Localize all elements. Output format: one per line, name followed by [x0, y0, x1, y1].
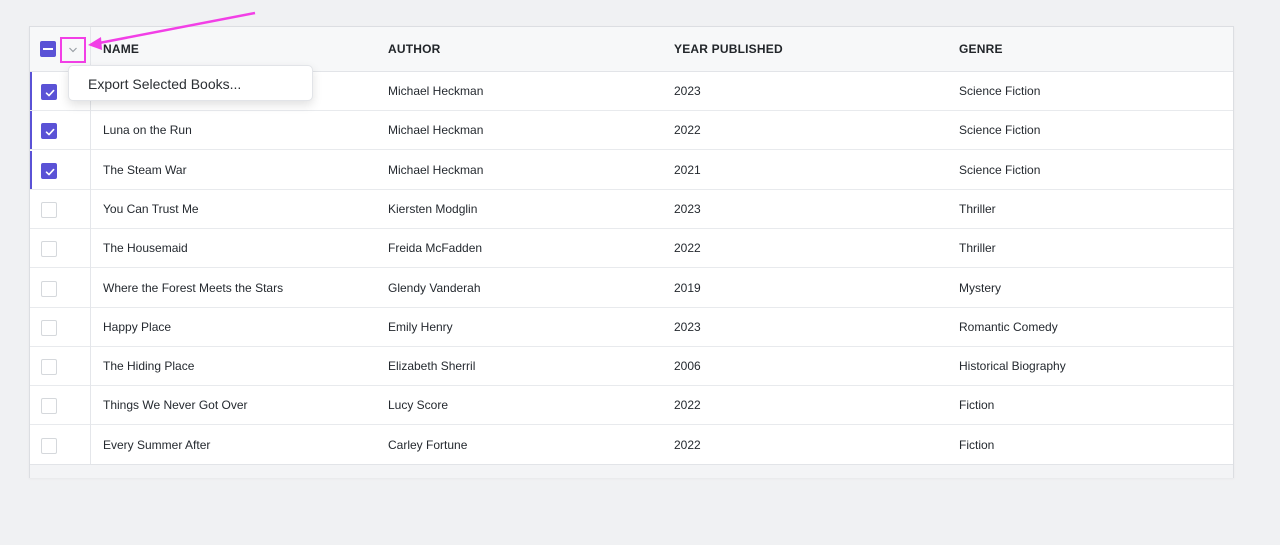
cell-genre: Thriller — [959, 201, 996, 216]
table-row[interactable]: Luna on the Run Michael Heckman 2022 Scienc… — [30, 111, 1233, 151]
chevron-down-icon — [69, 47, 77, 53]
table-row[interactable]: You Can Trust Me Kiersten Modglin 2023 Thri… — [30, 190, 1233, 229]
row-checkbox[interactable] — [41, 123, 57, 140]
column-header-year-published[interactable]: YEAR PUBLISHED — [674, 27, 783, 72]
cell-author: Michael Heckman — [388, 84, 484, 98]
checkmark-icon — [45, 89, 55, 97]
bulk-actions-dropdown: Export Selected Books... — [68, 65, 313, 101]
table-row[interactable]: Things We Never Got Over Lucy Score 2022 Fi… — [30, 386, 1233, 426]
row-checkbox[interactable] — [41, 280, 57, 297]
cell-author: Emily Henry — [388, 319, 453, 334]
cell-name: Things We Never Got Over — [103, 398, 248, 413]
cell-genre: Fiction — [959, 437, 995, 452]
cell-author: Michael Heckman — [388, 123, 484, 138]
row-checkbox[interactable] — [41, 319, 57, 336]
cell-genre: Science Fiction — [959, 84, 1041, 98]
cell-author: Elizabeth Sherril — [388, 359, 476, 374]
export-selected-books-menu-item[interactable]: Export Selected Books... — [88, 66, 241, 102]
cell-year: 2022 — [674, 398, 701, 413]
table-row[interactable]: The Housemaid Freida McFadden 2022 Thriller — [30, 229, 1233, 269]
row-selected-indicator — [30, 111, 32, 150]
cell-genre: Historical Biography — [959, 359, 1066, 374]
cell-name: The Steam War — [103, 162, 187, 177]
cell-author: Glendy Vanderah — [388, 280, 481, 295]
cell-year: 2006 — [674, 359, 701, 374]
row-checkbox[interactable] — [41, 162, 57, 179]
cell-year: 2022 — [674, 437, 701, 452]
cell-year: 2023 — [674, 201, 701, 216]
row-selected-indicator — [30, 150, 32, 189]
cell-name: Happy Place — [103, 319, 172, 334]
row-checkbox[interactable] — [41, 398, 57, 415]
cell-author: Lucy Score — [388, 398, 449, 413]
cell-genre: Fiction — [959, 398, 995, 413]
cell-name: Luna on the Run — [103, 123, 192, 138]
column-header-author[interactable]: AUTHOR — [388, 27, 441, 72]
table-row[interactable]: The Hiding Place Elizabeth Sherril 2006 His… — [30, 347, 1233, 387]
cell-author: Freida McFadden — [388, 241, 483, 256]
cell-year: 2021 — [674, 162, 701, 177]
cell-genre: Science Fiction — [959, 123, 1041, 138]
checkmark-icon — [45, 168, 55, 175]
row-selected-indicator — [30, 72, 32, 110]
cell-author: Michael Heckman — [388, 162, 484, 177]
table-row[interactable]: Where the Forest Meets the Stars Glendy V… — [30, 269, 1233, 308]
cell-name: Every Summer After — [103, 437, 211, 452]
table-footer — [30, 464, 1233, 478]
row-checkbox[interactable] — [41, 241, 57, 258]
cell-genre: Romantic Comedy — [959, 319, 1058, 334]
cell-name: Where the Forest Meets the Stars — [103, 280, 284, 295]
table-row[interactable]: Happy Place Emily Henry 2023 Romantic Comed… — [30, 308, 1233, 347]
table-row[interactable]: Every Summer After Carley Fortune 2022 Fict… — [30, 426, 1233, 465]
cell-year: 2022 — [674, 123, 701, 138]
row-checkbox[interactable] — [41, 359, 57, 376]
cell-genre: Mystery — [959, 280, 1001, 295]
cell-author: Kiersten Modglin — [388, 201, 478, 216]
cell-year: 2022 — [674, 241, 701, 256]
row-checkbox[interactable] — [41, 201, 57, 218]
select-all-checkbox[interactable] — [40, 41, 56, 57]
cell-name: You Can Trust Me — [103, 201, 199, 216]
cell-genre: Science Fiction — [959, 162, 1041, 177]
cell-year: 2019 — [674, 280, 701, 295]
cell-genre: Thriller — [959, 241, 996, 256]
cell-year: 2023 — [674, 319, 701, 334]
row-checkbox[interactable] — [41, 84, 57, 100]
cell-year: 2023 — [674, 84, 701, 98]
checkmark-icon — [45, 129, 55, 136]
cell-author: Carley Fortune — [388, 437, 468, 452]
row-checkbox[interactable] — [41, 437, 57, 454]
table-row[interactable]: The Steam War Michael Heckman 2021 Science … — [30, 150, 1233, 190]
column-header-genre[interactable]: GENRE — [959, 27, 1003, 72]
cell-name: The Housemaid — [103, 241, 188, 256]
bulk-actions-menu-button[interactable] — [60, 37, 86, 63]
cell-name: The Hiding Place — [103, 359, 195, 374]
